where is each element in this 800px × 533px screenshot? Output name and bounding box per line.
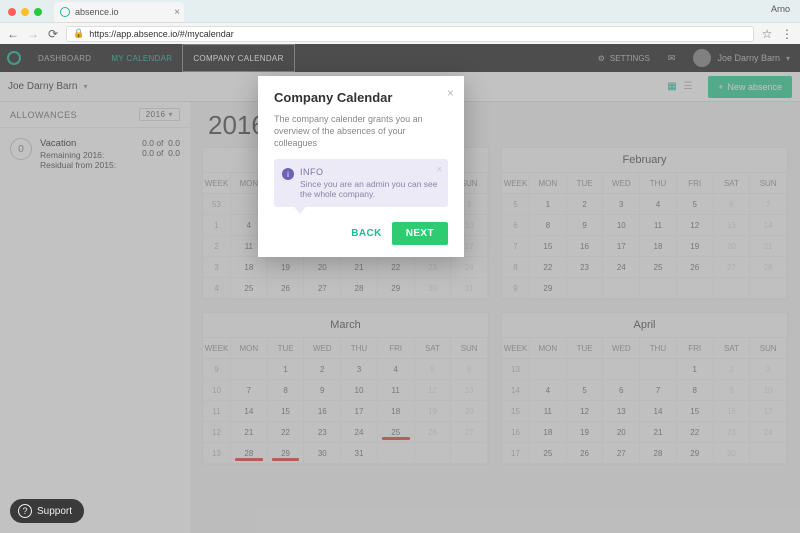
favicon	[60, 7, 70, 17]
menu-icon[interactable]: ⋮	[780, 27, 794, 41]
browser-tab[interactable]: absence.io ×	[54, 2, 184, 22]
browser-profile[interactable]: Arno	[771, 4, 790, 14]
next-button[interactable]: NEXT	[392, 222, 448, 245]
tab-close-icon[interactable]: ×	[174, 7, 180, 18]
url-text: https://app.absence.io/#/mycalendar	[89, 29, 234, 39]
window-controls[interactable]	[8, 8, 42, 16]
address-bar[interactable]: 🔒 https://app.absence.io/#/mycalendar	[66, 26, 754, 42]
support-widget[interactable]: ? Support	[10, 499, 84, 523]
back-button[interactable]: BACK	[351, 228, 382, 239]
lock-icon: 🔒	[73, 28, 84, 39]
info-close-icon[interactable]: ×	[437, 164, 442, 174]
forward-icon: →	[26, 27, 40, 41]
star-icon[interactable]: ☆	[760, 27, 774, 41]
modal-title: Company Calendar	[274, 90, 448, 105]
info-box: i INFO Since you are an admin you can se…	[274, 159, 448, 207]
info-icon: i	[282, 168, 294, 180]
tab-title: absence.io	[75, 7, 119, 17]
back-icon[interactable]: ←	[6, 27, 20, 41]
onboarding-modal: × Company Calendar The company calender …	[258, 76, 464, 257]
modal-desc: The company calender grants you an overv…	[274, 113, 448, 149]
close-icon[interactable]: ×	[447, 86, 454, 100]
help-icon: ?	[18, 504, 32, 518]
reload-icon[interactable]: ⟳	[46, 27, 60, 41]
